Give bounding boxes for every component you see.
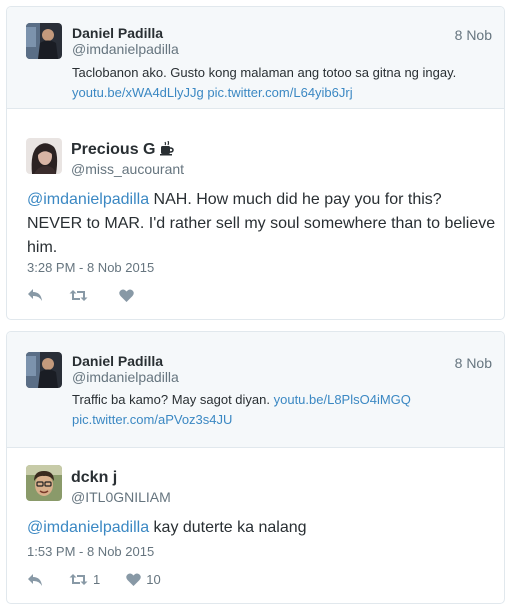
quoted-author-name[interactable]: Daniel Padilla [72, 25, 163, 41]
author-name[interactable]: Precious G [71, 140, 174, 161]
quoted-date[interactable]: 8 Nob [455, 355, 492, 371]
author-name[interactable]: dckn j [71, 469, 117, 487]
pic-link[interactable]: pic.twitter.com/L64yib6Jrj [207, 85, 352, 100]
reply-icon [27, 573, 43, 587]
quoted-author-handle[interactable]: @imdanielpadilla [72, 41, 179, 57]
action-bar [27, 288, 165, 302]
author-handle[interactable]: @ITL0GNILIAM [71, 489, 171, 505]
avatar[interactable] [26, 352, 62, 388]
author-handle[interactable]: @miss_aucourant [71, 161, 184, 177]
retweet-button[interactable]: 1 [69, 572, 100, 587]
like-button[interactable]: 10 [126, 572, 161, 587]
quoted-tweet[interactable]: Daniel Padilla @imdanielpadilla 8 Nob Tr… [7, 332, 504, 448]
quoted-tweet[interactable]: Daniel Padilla @imdanielpadilla 8 Nob Ta… [7, 7, 504, 109]
reply-icon [27, 288, 43, 302]
retweet-icon [69, 573, 88, 586]
reply-button[interactable] [27, 573, 43, 587]
tweet-timestamp[interactable]: 3:28 PM - 8 Nob 2015 [27, 260, 154, 275]
quoted-date[interactable]: 8 Nob [455, 27, 492, 43]
video-link[interactable]: youtu.be/xWA4dLlyJJg [72, 85, 204, 100]
quoted-text-body: Taclobanon ako. Gusto kong malaman ang t… [72, 65, 457, 80]
like-count: 10 [146, 572, 161, 587]
tweet-text: @imdanielpadilla NAH. How much did he pa… [27, 188, 497, 260]
quoted-text: Traffic ba kamo? May sagot diyan. youtu.… [72, 390, 472, 430]
video-link[interactable]: youtu.be/L8PlsO4iMGQ [274, 392, 411, 407]
like-icon [119, 288, 134, 302]
action-bar: 1 10 [27, 572, 187, 587]
avatar[interactable] [26, 138, 62, 174]
tweet-timestamp[interactable]: 1:53 PM - 8 Nob 2015 [27, 544, 154, 559]
quoted-author-name[interactable]: Daniel Padilla [72, 353, 163, 369]
tweet-text: @imdanielpadilla kay duterte ka nalang [27, 516, 497, 540]
retweet-button[interactable] [69, 289, 93, 302]
author-name-text[interactable]: Precious G [71, 141, 155, 158]
tweet-card-1: Daniel Padilla @imdanielpadilla 8 Nob Ta… [6, 6, 505, 320]
avatar[interactable] [26, 465, 62, 501]
mention-link[interactable]: @imdanielpadilla [27, 519, 149, 536]
pic-link[interactable]: pic.twitter.com/aPVoz3s4JU [72, 412, 232, 427]
like-button[interactable] [119, 288, 139, 302]
quoted-author-handle[interactable]: @imdanielpadilla [72, 369, 179, 385]
avatar[interactable] [26, 23, 62, 59]
quoted-text-body: Traffic ba kamo? May sagot diyan. [72, 392, 274, 407]
tweet-card-2: Daniel Padilla @imdanielpadilla 8 Nob Tr… [6, 331, 505, 604]
quoted-text: Taclobanon ako. Gusto kong malaman ang t… [72, 63, 472, 103]
mention-link[interactable]: @imdanielpadilla [27, 191, 149, 208]
retweet-icon [69, 289, 88, 302]
reply-button[interactable] [27, 288, 43, 302]
tweet-text-body: kay duterte ka nalang [149, 519, 307, 536]
like-icon [126, 573, 141, 586]
coffee-icon [159, 140, 174, 161]
retweet-count: 1 [93, 572, 101, 587]
